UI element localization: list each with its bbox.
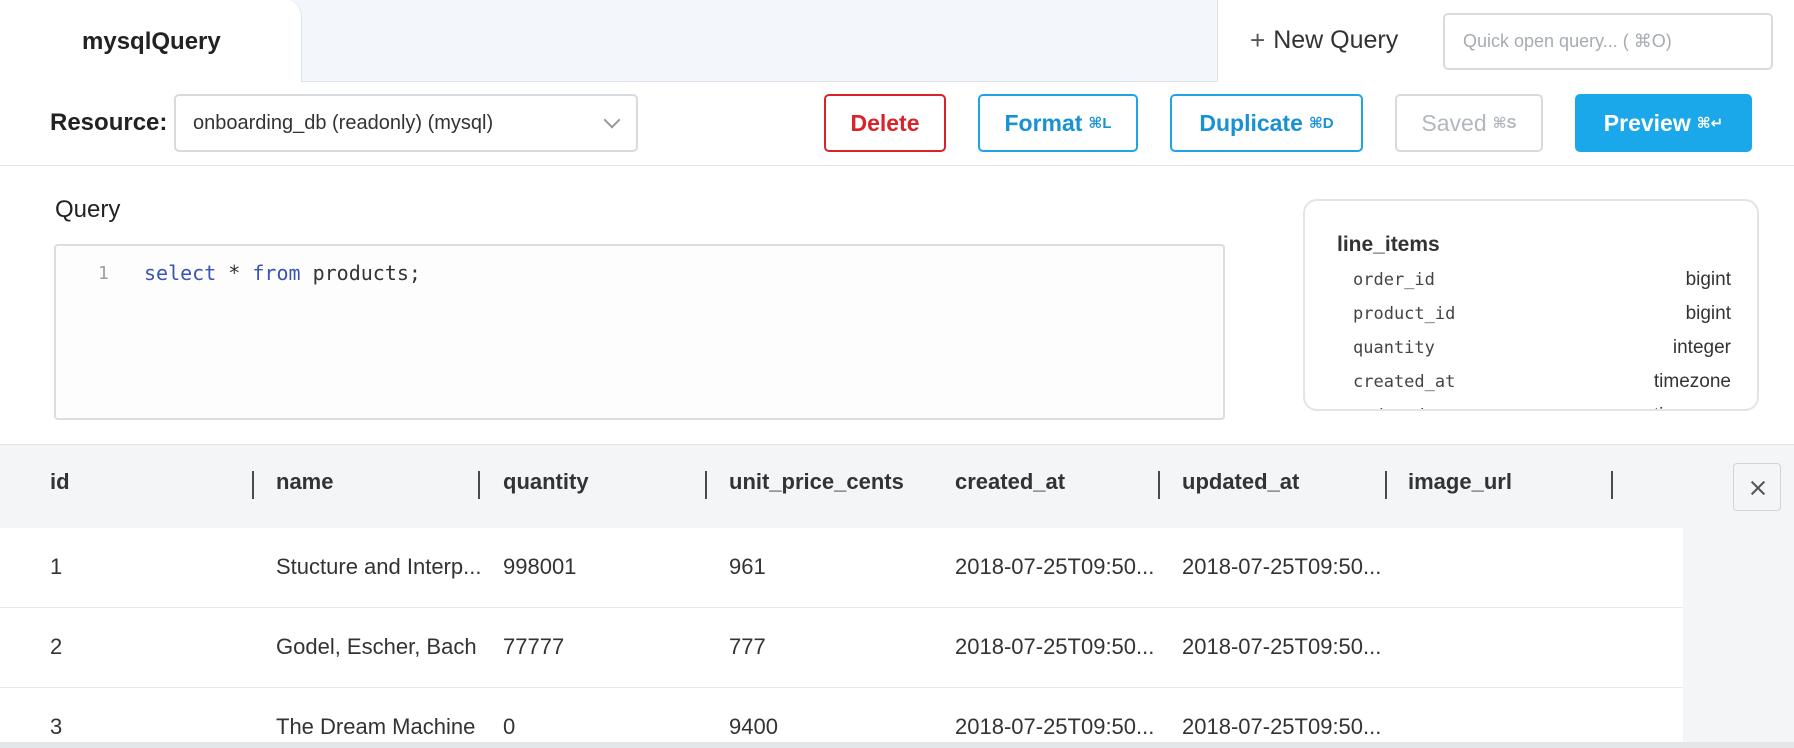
query-editor[interactable]: 1 select * from products; <box>54 244 1225 420</box>
line-number: 1 <box>98 263 109 284</box>
column-header-updated-at[interactable]: updated_at <box>1182 469 1299 495</box>
column-type: timezone <box>1653 371 1731 392</box>
column-header-unit-price-cents[interactable]: unit_price_cents <box>729 469 904 495</box>
schema-columns: order_id bigint product_id bigint quanti… <box>1353 263 1731 409</box>
cell-name: Stucture and Interp... <box>276 554 482 579</box>
column-resize-handle[interactable] <box>252 471 254 499</box>
format-shortcut: ⌘L <box>1088 115 1112 132</box>
column-type: integer <box>1672 337 1731 358</box>
preview-label: Preview <box>1603 109 1691 136</box>
tab-bar: mysqlQuery + New Query <box>0 0 1794 83</box>
quick-open-input[interactable] <box>1443 13 1773 70</box>
tab-label: mysqlQuery <box>82 28 221 55</box>
code-keyword: select <box>144 261 217 285</box>
cell-updated-at: 2018-07-25T09:50... <box>1182 714 1382 739</box>
query-code: select * from products; <box>144 261 421 285</box>
cell-id: 3 <box>50 714 63 739</box>
saved-button[interactable]: Saved ⌘S <box>1395 94 1543 152</box>
column-name: updated_at <box>1353 406 1455 409</box>
column-header-id[interactable]: id <box>50 469 70 495</box>
cell-id: 2 <box>50 634 63 659</box>
column-header-created-at[interactable]: created_at <box>955 469 1065 495</box>
cell-created-at: 2018-07-25T09:50... <box>955 714 1155 739</box>
column-header-image-url[interactable]: image_url <box>1408 469 1512 495</box>
column-resize-handle[interactable] <box>1611 471 1613 499</box>
chevron-down-icon <box>603 111 621 129</box>
column-type: timezone <box>1654 405 1731 409</box>
preview-button[interactable]: Preview ⌘↵ <box>1575 94 1752 152</box>
column-header-quantity[interactable]: quantity <box>503 469 589 495</box>
cell-unit-price-cents: 777 <box>729 634 766 659</box>
tab-mysqlquery[interactable]: mysqlQuery <box>0 0 302 83</box>
cell-unit-price-cents: 9400 <box>729 714 778 739</box>
plus-icon: + <box>1250 25 1266 55</box>
cell-quantity: 0 <box>503 714 516 739</box>
cell-updated-at: 2018-07-25T09:50... <box>1182 554 1382 579</box>
code-text: products; <box>300 261 421 285</box>
results-table: id name quantity unit_price_cents create… <box>0 444 1794 748</box>
saved-label: Saved <box>1421 109 1487 136</box>
schema-panel[interactable]: line_items order_id bigint product_id bi… <box>1303 199 1759 411</box>
code-text: * <box>216 261 253 285</box>
schema-column: updated_at timezone <box>1353 399 1731 409</box>
horizontal-scrollbar[interactable] <box>0 742 1794 748</box>
resource-value: onboarding_db (readonly) (mysql) <box>193 112 494 134</box>
resource-select[interactable]: onboarding_db (readonly) (mysql) <box>174 94 638 152</box>
column-type: bigint <box>1685 303 1731 324</box>
cell-quantity: 998001 <box>503 554 577 579</box>
format-label: Format <box>1004 109 1083 136</box>
cell-quantity: 77777 <box>503 634 565 659</box>
schema-column: created_at timezone <box>1353 365 1731 399</box>
cell-name: The Dream Machine <box>276 714 476 739</box>
cell-updated-at: 2018-07-25T09:50... <box>1182 634 1382 659</box>
duplicate-shortcut: ⌘D <box>1308 115 1334 132</box>
duplicate-label: Duplicate <box>1199 109 1303 136</box>
results-side-gutter <box>1683 528 1794 748</box>
column-resize-handle[interactable] <box>1385 471 1387 499</box>
query-toolbar: Resource: onboarding_db (readonly) (mysq… <box>0 82 1794 166</box>
cell-id: 1 <box>50 554 63 579</box>
table-header: id name quantity unit_price_cents create… <box>0 445 1794 528</box>
schema-table-name: line_items <box>1337 233 1440 256</box>
cell-created-at: 2018-07-25T09:50... <box>955 554 1155 579</box>
new-query-button[interactable]: + New Query <box>1250 25 1398 56</box>
column-header-name[interactable]: name <box>276 469 333 495</box>
table-row[interactable]: 1 Stucture and Interp... 998001 961 2018… <box>0 528 1683 608</box>
code-keyword: from <box>252 261 301 285</box>
table-row[interactable]: 3 The Dream Machine 0 9400 2018-07-25T09… <box>0 688 1683 748</box>
column-name: order_id <box>1353 270 1435 290</box>
table-row[interactable]: 2 Godel, Escher, Bach 77777 777 2018-07-… <box>0 608 1683 688</box>
saved-shortcut: ⌘S <box>1492 115 1517 132</box>
duplicate-button[interactable]: Duplicate ⌘D <box>1170 94 1363 152</box>
column-type: bigint <box>1685 269 1731 290</box>
cell-created-at: 2018-07-25T09:50... <box>955 634 1155 659</box>
column-resize-handle[interactable] <box>478 471 480 499</box>
column-resize-handle[interactable] <box>1158 471 1160 499</box>
format-button[interactable]: Format ⌘L <box>978 94 1138 152</box>
delete-button[interactable]: Delete <box>824 94 946 152</box>
cell-unit-price-cents: 961 <box>729 554 766 579</box>
column-resize-handle[interactable] <box>705 471 707 499</box>
schema-column: quantity integer <box>1353 331 1731 365</box>
query-label: Query <box>55 196 121 223</box>
cell-name: Godel, Escher, Bach <box>276 634 477 659</box>
column-name: quantity <box>1353 338 1435 358</box>
column-name: created_at <box>1353 372 1456 392</box>
schema-column: order_id bigint <box>1353 263 1731 297</box>
column-name: product_id <box>1353 304 1456 324</box>
resource-label: Resource: <box>50 109 168 136</box>
preview-shortcut: ⌘↵ <box>1696 115 1724 132</box>
schema-column: product_id bigint <box>1353 297 1731 331</box>
delete-label: Delete <box>850 109 920 136</box>
new-query-label: New Query <box>1273 26 1399 54</box>
close-results-button[interactable] <box>1733 463 1781 511</box>
